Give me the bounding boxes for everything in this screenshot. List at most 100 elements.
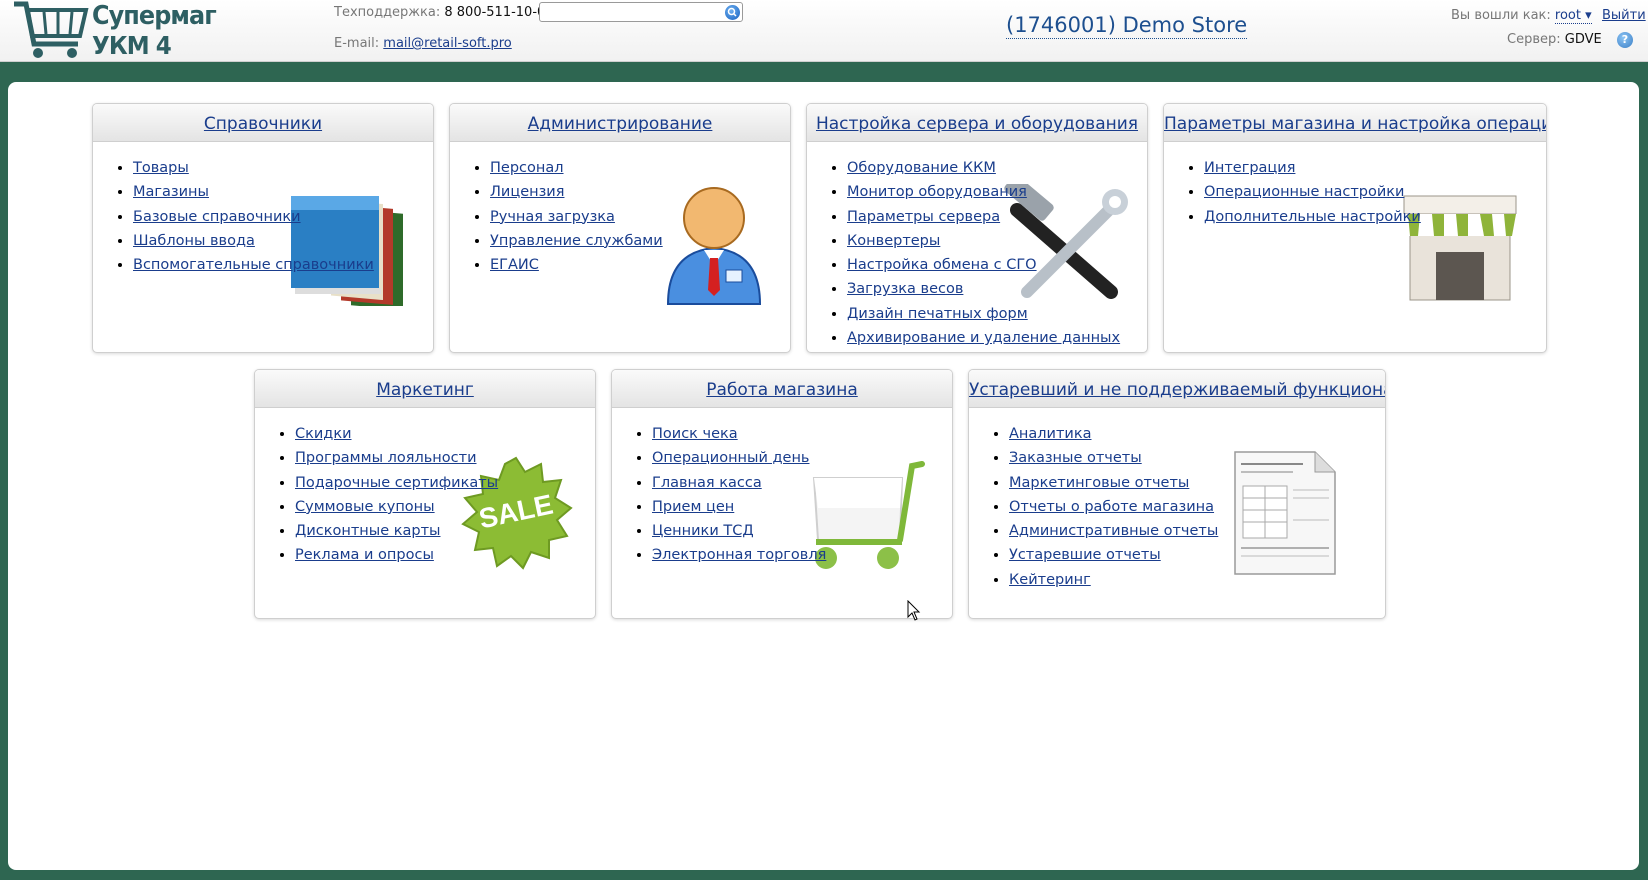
- list-item: Персонал: [490, 156, 663, 180]
- main-content: Справочники Товары Магазины Базовые спра…: [8, 82, 1639, 870]
- link-kkm-equipment[interactable]: Оборудование ККМ: [847, 160, 996, 176]
- link-scales-load[interactable]: Загрузка весов: [847, 281, 963, 297]
- link-custom-reports[interactable]: Заказные отчеты: [1009, 450, 1142, 466]
- link-egais[interactable]: ЕГАИС: [490, 257, 539, 273]
- server-name: GDVE: [1564, 32, 1602, 47]
- panel-header: Администрирование: [450, 104, 790, 142]
- link-equipment-monitor[interactable]: Монитор оборудования: [847, 184, 1027, 200]
- link-ads-surveys[interactable]: Реклама и опросы: [295, 547, 434, 563]
- link-server-params[interactable]: Параметры сервера: [847, 209, 1000, 225]
- list-item: Аналитика: [1009, 422, 1218, 446]
- panel-title[interactable]: Маркетинг: [376, 380, 474, 400]
- list-item: Монитор оборудования: [847, 180, 1120, 204]
- logo-title: Супермаг: [92, 1, 217, 31]
- panel-title[interactable]: Настройка сервера и оборудования: [816, 114, 1138, 134]
- list-item: Лицензия: [490, 180, 663, 204]
- logout-link[interactable]: Выйти: [1602, 8, 1646, 23]
- link-loyalty[interactable]: Программы лояльности: [295, 450, 477, 466]
- list-item: Суммовые купоны: [295, 495, 498, 519]
- link-analytics[interactable]: Аналитика: [1009, 426, 1092, 442]
- link-manual-load[interactable]: Ручная загрузка: [490, 209, 615, 225]
- list-item: Операционный день: [652, 446, 826, 470]
- logo-subtitle: УКМ 4: [92, 31, 172, 60]
- panel-title[interactable]: Справочники: [204, 114, 322, 134]
- link-operational-day[interactable]: Операционный день: [652, 450, 809, 466]
- link-auxiliary-directories[interactable]: Вспомогательные справочники: [133, 257, 374, 273]
- link-receipt-search[interactable]: Поиск чека: [652, 426, 738, 442]
- panel-title[interactable]: Работа магазина: [706, 380, 858, 400]
- link-gift-certificates[interactable]: Подарочные сертификаты: [295, 475, 498, 491]
- link-discount-cards[interactable]: Дисконтные карты: [295, 523, 440, 539]
- link-base-directories[interactable]: Базовые справочники: [133, 209, 301, 225]
- link-products[interactable]: Товары: [133, 160, 189, 176]
- link-operational-settings[interactable]: Операционные настройки: [1204, 184, 1404, 200]
- link-print-forms[interactable]: Дизайн печатных форм: [847, 306, 1028, 322]
- mouse-pointer-icon: [907, 600, 921, 621]
- link-personnel[interactable]: Персонал: [490, 160, 564, 176]
- link-input-templates[interactable]: Шаблоны ввода: [133, 233, 255, 249]
- link-admin-reports[interactable]: Административные отчеты: [1009, 523, 1218, 539]
- link-catering[interactable]: Кейтеринг: [1009, 572, 1091, 588]
- link-discounts[interactable]: Скидки: [295, 426, 352, 442]
- email-link[interactable]: mail@retail-soft.pro: [383, 36, 511, 51]
- link-marketing-reports[interactable]: Маркетинговые отчеты: [1009, 475, 1189, 491]
- panel-title[interactable]: Параметры магазина и настройка операций: [1164, 114, 1546, 134]
- link-tsd-price-tags[interactable]: Ценники ТСД: [652, 523, 754, 539]
- link-main-cash[interactable]: Главная касса: [652, 475, 762, 491]
- list-item: Операционные настройки: [1204, 180, 1421, 204]
- link-coupons[interactable]: Суммовые купоны: [295, 499, 435, 515]
- list-item: Дизайн печатных форм: [847, 302, 1120, 326]
- link-converters[interactable]: Конвертеры: [847, 233, 940, 249]
- link-price-intake[interactable]: Прием цен: [652, 499, 734, 515]
- search-icon[interactable]: [725, 5, 740, 20]
- link-services[interactable]: Управление службами: [490, 233, 663, 249]
- admin-user-icon: [664, 186, 764, 312]
- support-info: Техподдержка: 8 800-511-10-05: [334, 5, 554, 20]
- support-phone: 8 800-511-10-05: [444, 5, 554, 20]
- link-sgo-exchange[interactable]: Настройка обмена с СГО: [847, 257, 1037, 273]
- list-item: Скидки: [295, 422, 498, 446]
- user-menu[interactable]: root ▾: [1554, 8, 1592, 24]
- list-item: Товары: [133, 156, 374, 180]
- list-item: Интеграция: [1204, 156, 1421, 180]
- link-archive-data[interactable]: Архивирование и удаление данных: [847, 330, 1120, 346]
- list-item: Поиск чека: [652, 422, 826, 446]
- list-item: Управление службами: [490, 229, 663, 253]
- link-integration[interactable]: Интеграция: [1204, 160, 1295, 176]
- panel-marketing: Маркетинг SALE Скидки Программы лояльнос…: [254, 369, 596, 619]
- panel-title[interactable]: Администрирование: [528, 114, 713, 134]
- link-additional-settings[interactable]: Дополнительные настройки: [1204, 209, 1421, 225]
- panel-header: Маркетинг: [255, 370, 595, 408]
- list-item: Загрузка весов: [847, 277, 1120, 301]
- link-legacy-reports[interactable]: Устаревшие отчеты: [1009, 547, 1161, 563]
- server-label: Сервер:: [1507, 32, 1561, 47]
- panel-title[interactable]: Устаревший и не поддерживаемый функциона…: [969, 380, 1385, 400]
- panel-link-list: Скидки Программы лояльности Подарочные с…: [295, 422, 498, 568]
- store-selector[interactable]: (1746001) Demo Store: [1006, 12, 1248, 39]
- help-icon[interactable]: ?: [1617, 32, 1633, 48]
- list-item: Подарочные сертификаты: [295, 471, 498, 495]
- search-box: [539, 2, 743, 22]
- link-license[interactable]: Лицензия: [490, 184, 564, 200]
- link-store-reports[interactable]: Отчеты о работе магазина: [1009, 499, 1214, 515]
- list-item: Административные отчеты: [1009, 519, 1218, 543]
- list-item: Оборудование ККМ: [847, 156, 1120, 180]
- panel-link-list: Персонал Лицензия Ручная загрузка Управл…: [490, 156, 663, 277]
- top-header: Супермаг УКМ 4 Техподдержка: 8 800-511-1…: [0, 0, 1648, 62]
- list-item: Шаблоны ввода: [133, 229, 374, 253]
- login-info: Вы вошли как: root ▾: [1451, 8, 1592, 24]
- list-item: Реклама и опросы: [295, 543, 498, 567]
- panel-administration: Администрирование Персонал Лицензия Ручн…: [449, 103, 791, 353]
- panel-directories: Справочники Товары Магазины Базовые спра…: [92, 103, 434, 353]
- search-input[interactable]: [544, 4, 719, 20]
- panel-link-list: Товары Магазины Базовые справочники Шабл…: [133, 156, 374, 277]
- panel-link-list: Аналитика Заказные отчеты Маркетинговые …: [1009, 422, 1218, 592]
- panel-header: Настройка сервера и оборудования: [807, 104, 1147, 142]
- list-item: Главная касса: [652, 471, 826, 495]
- link-e-commerce[interactable]: Электронная торговля: [652, 547, 826, 563]
- list-item: Заказные отчеты: [1009, 446, 1218, 470]
- link-stores[interactable]: Магазины: [133, 184, 209, 200]
- logo[interactable]: Супермаг УКМ 4: [12, 0, 217, 60]
- list-item: Маркетинговые отчеты: [1009, 471, 1218, 495]
- list-item: Программы лояльности: [295, 446, 498, 470]
